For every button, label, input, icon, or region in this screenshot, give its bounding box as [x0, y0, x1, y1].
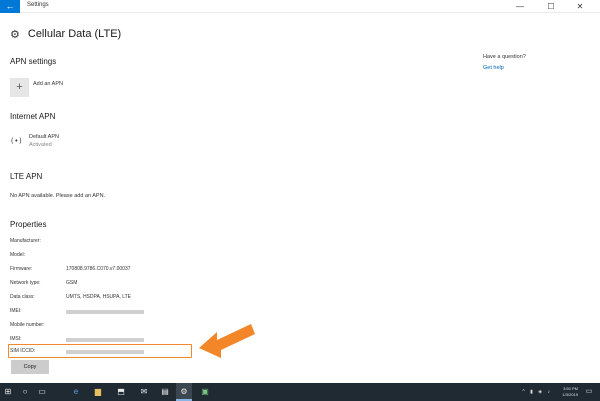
file-explorer-icon[interactable]: ▆	[90, 383, 106, 401]
lte-apn-heading: LTE APN	[10, 172, 43, 181]
settings-taskbar-icon[interactable]: ⚙	[176, 383, 192, 401]
page-header: ⚙ Cellular Data (LTE)	[10, 24, 121, 44]
store-icon[interactable]: ⬒	[113, 383, 129, 401]
help-panel: Have a question? Get help	[483, 54, 526, 71]
copy-button[interactable]: Copy	[11, 360, 49, 374]
gear-icon: ⚙	[10, 28, 20, 41]
add-apn-button[interactable]: + Add an APN	[10, 78, 63, 97]
properties-heading: Properties	[10, 220, 47, 229]
clock[interactable]: 3:50 PM 1/3/2019	[562, 386, 578, 398]
antenna-icon: (•)	[10, 137, 23, 145]
lte-apn-message: No APN available. Please add an APN.	[10, 193, 106, 199]
apn-name: Default APN	[29, 134, 59, 140]
default-apn-item[interactable]: (•) Default APN Activated	[10, 134, 59, 148]
minimize-button[interactable]: —	[511, 0, 529, 13]
back-button[interactable]: ←	[0, 0, 20, 13]
app-title: Settings	[27, 2, 49, 8]
app2-icon[interactable]: ▣	[197, 383, 213, 401]
taskbar: ⊞ ○ ▭ e ▆ ⬒ ✉ ▤ ⚙ ▣ ^ ▮ ◈ ♪ 3:50 PM 1/3/…	[0, 383, 600, 401]
prop-value: UMTS, HSDPA, HSUPA, LTE	[66, 294, 132, 300]
app-icon[interactable]: ▤	[157, 383, 173, 401]
prop-row-model: Model:	[10, 252, 250, 262]
apn-settings-heading: APN settings	[10, 57, 57, 66]
help-title: Have a question?	[483, 54, 526, 60]
prop-row-imei: IMEI:	[10, 308, 250, 318]
edge-icon[interactable]: e	[68, 383, 84, 401]
page-title: Cellular Data (LTE)	[27, 28, 122, 40]
title-bar: ← Settings — ☐ ✕	[0, 0, 600, 13]
prop-label: Manufacturer:	[10, 238, 41, 244]
close-button[interactable]: ✕	[571, 0, 589, 13]
action-center-icon[interactable]: ▭	[582, 383, 596, 401]
prop-label: Network type:	[10, 280, 41, 286]
maximize-button[interactable]: ☐	[542, 0, 560, 13]
prop-label: Mobile number:	[10, 322, 45, 328]
prop-row-manufacturer: Manufacturer:	[10, 238, 250, 248]
search-icon[interactable]: ○	[17, 383, 33, 401]
sim-iccid-highlight	[8, 344, 192, 358]
prop-label: IMSI:	[10, 336, 22, 342]
task-view-icon[interactable]: ▭	[34, 383, 50, 401]
add-apn-label: Add an APN	[33, 80, 63, 87]
prop-value: 170808.9786.C070.v7.00037	[66, 266, 131, 272]
apn-status: Activated	[29, 142, 52, 148]
internet-apn-heading: Internet APN	[10, 112, 56, 121]
prop-row-firmware: Firmware: 170808.9786.C070.v7.00037	[10, 266, 250, 276]
redacted-value	[66, 338, 144, 342]
prop-label: Firmware:	[10, 266, 33, 272]
prop-row-data-class: Data class: UMTS, HSDPA, HSUPA, LTE	[10, 294, 250, 304]
prop-label: IMEI:	[10, 308, 22, 314]
arrow-icon	[199, 324, 255, 358]
get-help-link[interactable]: Get help	[483, 65, 526, 71]
prop-value: GSM	[66, 280, 78, 286]
prop-label: Data class:	[10, 294, 35, 300]
prop-label: Model:	[10, 252, 26, 258]
clock-date: 1/3/2019	[562, 392, 578, 397]
system-tray-icons[interactable]: ^ ▮ ◈ ♪	[522, 383, 552, 401]
plus-icon: +	[10, 78, 29, 97]
redacted-value	[66, 310, 144, 314]
prop-row-network-type: Network type: GSM	[10, 280, 250, 290]
mail-icon[interactable]: ✉	[136, 383, 152, 401]
start-icon[interactable]: ⊞	[0, 383, 16, 401]
